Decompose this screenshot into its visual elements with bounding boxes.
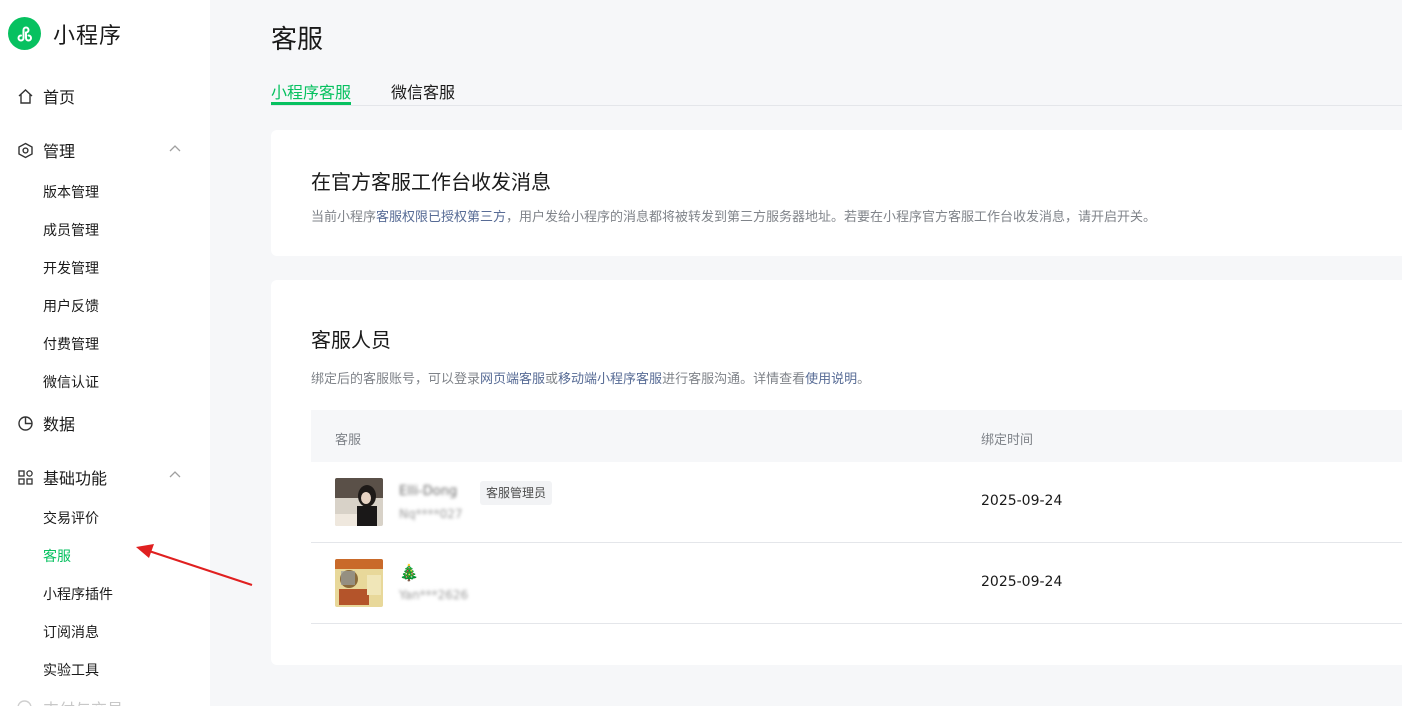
sidebar-item-home[interactable]: 首页	[16, 84, 75, 108]
tab-miniprogram-service[interactable]: 小程序客服	[271, 79, 351, 103]
grid-icon	[16, 468, 34, 486]
sidebar-item-verify[interactable]: 微信认证	[43, 372, 99, 392]
staff-account-id: Yan***2626	[399, 588, 469, 602]
mobile-service-link[interactable]: 移动端小程序客服	[558, 372, 662, 387]
sidebar-item-reviews[interactable]: 交易评价	[43, 508, 99, 528]
column-header-bind-time: 绑定时间	[981, 433, 1034, 448]
avatar	[335, 559, 383, 607]
sidebar: 小程序 首页 管理 版本管理 成员管理 开发管理 用户反馈 付费管理 微信认证 …	[0, 0, 210, 706]
sidebar-group-basic[interactable]: 基础功能	[16, 465, 107, 489]
sidebar-item-data[interactable]: 数据	[16, 411, 75, 435]
authorized-third-party-link[interactable]: 客服权限已授权第三方	[376, 210, 506, 225]
table-row: Elli-Dong Nq****027 客服管理员 2025-09-24	[311, 462, 1402, 543]
sidebar-item-dev[interactable]: 开发管理	[43, 258, 99, 278]
desc-text: ，用户发给小程序的消息都将被转发到第三方服务器地址。若要在小程序官方客服工作台收…	[506, 210, 1157, 225]
usage-guide-link[interactable]: 使用说明	[805, 372, 857, 387]
desc-text: 绑定后的客服账号，可以登录	[311, 372, 481, 387]
web-service-link[interactable]: 网页端客服	[480, 372, 545, 387]
staff-title: 客服人员	[311, 328, 391, 352]
settings-hex-icon	[16, 141, 34, 159]
column-header-service: 客服	[335, 433, 362, 448]
app-logo[interactable]: 小程序	[8, 17, 122, 50]
sidebar-item-version[interactable]: 版本管理	[43, 182, 99, 202]
tree-emoji-nickname: 🎄	[399, 563, 419, 582]
staff-table: 客服 绑定时间 Elli-Dong Nq****027 客服管理员 2025-0…	[311, 410, 1402, 624]
staff-description: 绑定后的客服账号，可以登录网页端客服或移动端小程序客服进行客服沟通。详情查看使用…	[311, 368, 870, 387]
desc-text: 当前小程序	[311, 210, 377, 225]
wallet-icon	[16, 699, 34, 706]
table-header: 客服 绑定时间	[311, 410, 1402, 462]
desc-text: 进行客服沟通。详情查看	[662, 372, 806, 387]
app-name: 小程序	[53, 23, 123, 49]
bind-date: 2025-09-24	[981, 493, 1063, 509]
sidebar-item-payment[interactable]: 付费管理	[43, 334, 99, 354]
staff-card: 客服人员 绑定后的客服账号，可以登录网页端客服或移动端小程序客服进行客服沟通。详…	[271, 280, 1402, 665]
sidebar-item-experiments[interactable]: 实验工具	[43, 660, 99, 680]
admin-badge: 客服管理员	[480, 481, 553, 505]
staff-nickname: Elli-Dong	[399, 484, 458, 499]
sidebar-item-label: 管理	[43, 142, 76, 161]
sidebar-item-label: 基础功能	[43, 469, 108, 488]
sidebar-item-label: 支付与交易	[43, 696, 123, 706]
sidebar-item-payment-trade[interactable]: 支付与交易	[16, 696, 123, 706]
chevron-up-icon[interactable]	[168, 142, 182, 156]
table-row: 🎄 Yan***2626 2025-09-24	[311, 543, 1402, 624]
annotation-arrow-icon	[136, 544, 253, 587]
tab-wechat-service[interactable]: 微信客服	[391, 79, 455, 103]
bind-date: 2025-09-24	[981, 574, 1063, 590]
sidebar-item-subscribe[interactable]: 订阅消息	[43, 622, 99, 642]
desc-text: 或	[545, 372, 559, 387]
avatar	[335, 478, 383, 526]
workbench-title: 在官方客服工作台收发消息	[311, 170, 551, 194]
tab-bar: 小程序客服 微信客服	[271, 70, 1402, 106]
pie-chart-icon	[16, 414, 34, 432]
miniprogram-logo-icon	[8, 17, 41, 50]
sidebar-item-feedback[interactable]: 用户反馈	[43, 296, 99, 316]
workbench-description: 当前小程序客服权限已授权第三方，用户发给小程序的消息都将被转发到第三方服务器地址…	[311, 206, 1156, 225]
desc-text: 。	[857, 372, 871, 387]
home-icon	[16, 87, 34, 105]
chevron-up-icon[interactable]	[168, 468, 182, 482]
sidebar-item-customer-service[interactable]: 客服	[43, 546, 71, 566]
sidebar-item-members[interactable]: 成员管理	[43, 220, 99, 240]
page-title: 客服	[271, 25, 324, 55]
sidebar-group-manage[interactable]: 管理	[16, 138, 75, 162]
workbench-card: 在官方客服工作台收发消息 当前小程序客服权限已授权第三方，用户发给小程序的消息都…	[271, 130, 1402, 256]
active-tab-indicator	[271, 102, 351, 105]
sidebar-item-plugins[interactable]: 小程序插件	[43, 584, 113, 604]
sidebar-item-label: 数据	[43, 415, 76, 434]
staff-account-id: Nq****027	[399, 507, 463, 521]
sidebar-item-label: 首页	[43, 88, 76, 107]
